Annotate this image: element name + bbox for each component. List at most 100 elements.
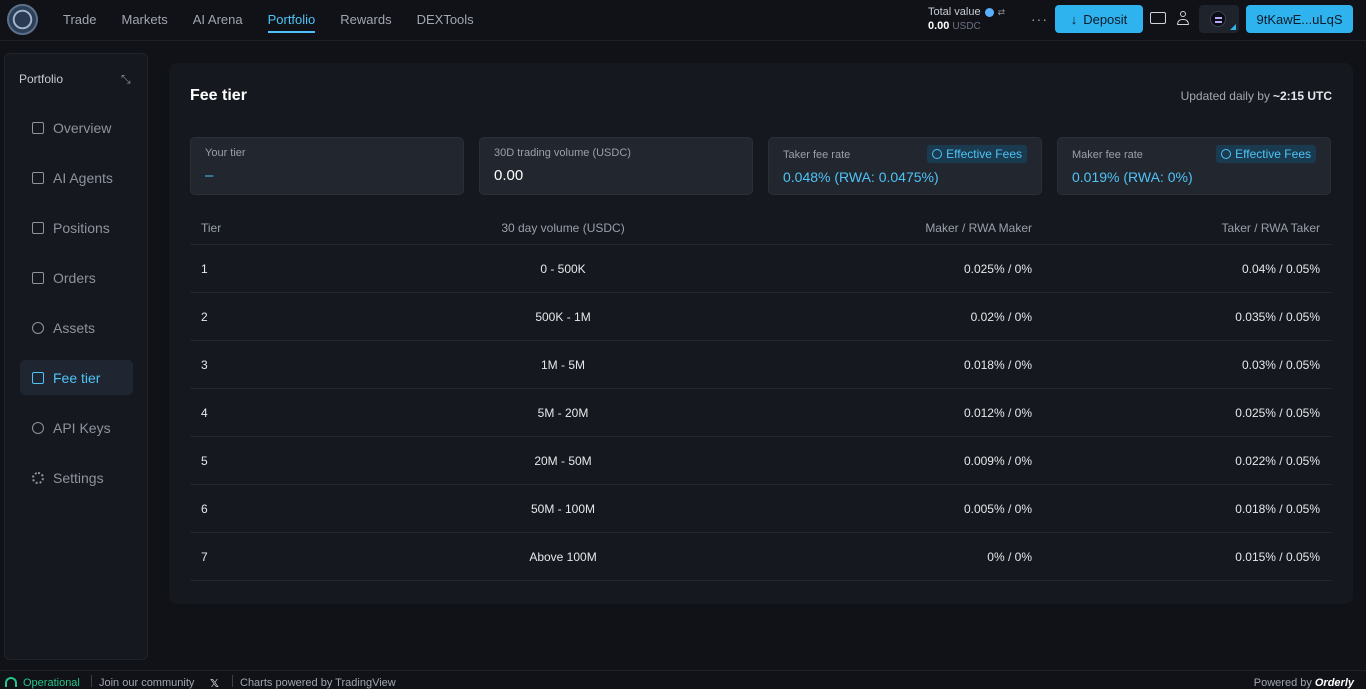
- community-link[interactable]: Join our community: [99, 677, 194, 689]
- trading-volume-card: 30D trading volume (USDC) 0.00: [479, 137, 753, 195]
- more-options-icon[interactable]: ···: [1031, 11, 1048, 27]
- table-row: 4 5M - 20M 0.012% / 0% 0.025% / 0.05%: [190, 389, 1332, 437]
- tradingview-credit[interactable]: Charts powered by TradingView: [240, 677, 396, 689]
- your-tier-value: –: [205, 167, 214, 184]
- taker-fee-label: Taker fee rate: [783, 149, 851, 161]
- page-title: Fee tier: [190, 87, 247, 104]
- table-row: 6 50M - 100M 0.005% / 0% 0.018% / 0.05%: [190, 485, 1332, 533]
- maker-fee-cell: 0.02% / 0%: [970, 309, 1032, 324]
- deposit-button[interactable]: ↓ Deposit: [1055, 5, 1143, 33]
- collapse-icon[interactable]: ⤡: [121, 72, 131, 87]
- maker-fee-value: 0.019% (RWA: 0%): [1072, 169, 1193, 185]
- effective-fees-badge[interactable]: Effective Fees: [927, 145, 1027, 163]
- tier-cell: 7: [201, 549, 208, 564]
- update-schedule-prefix: Updated daily by: [1180, 89, 1270, 103]
- sidebar-item-label: Overview: [53, 119, 112, 136]
- effective-fees-label: Effective Fees: [1235, 147, 1311, 161]
- divider: [91, 675, 92, 687]
- deposit-label: Deposit: [1083, 11, 1128, 27]
- sidebar-item-ai-agents[interactable]: AI Agents: [20, 160, 133, 195]
- sidebar-item-label: Positions: [53, 219, 110, 236]
- effective-fees-label: Effective Fees: [946, 147, 1022, 161]
- volume-cell: 50M - 100M: [530, 501, 596, 516]
- nav-dextools[interactable]: DEXTools: [417, 0, 474, 41]
- robot-icon: [32, 171, 44, 184]
- status-operational[interactable]: Operational: [23, 677, 80, 689]
- table-row: 3 1M - 5M 0.018% / 0% 0.03% / 0.05%: [190, 341, 1332, 389]
- top-bar: Trade Markets AI Arena Portfolio Rewards…: [0, 0, 1366, 41]
- sidebar-item-label: Orders: [53, 269, 96, 286]
- header-volume: 30 day volume (USDC): [501, 221, 625, 235]
- nav-rewards[interactable]: Rewards: [340, 0, 391, 41]
- your-tier-label: Your tier: [205, 147, 246, 159]
- maker-fee-cell: 0.018% / 0%: [963, 357, 1032, 372]
- sidebar-item-api-keys[interactable]: API Keys: [20, 410, 133, 445]
- sidebar-item-label: API Keys: [53, 419, 111, 436]
- tier-cell: 6: [201, 501, 208, 516]
- total-value-label: Total value: [928, 6, 981, 18]
- header-tier: Tier: [201, 221, 222, 235]
- nav-ai-arena[interactable]: AI Arena: [193, 0, 243, 41]
- main-nav: Trade Markets AI Arena Portfolio Rewards…: [63, 0, 499, 41]
- volume-cell: 0 - 500K: [540, 261, 586, 276]
- update-schedule-time: ~2:15 UTC: [1272, 89, 1332, 103]
- taker-fee-cell: 0.015% / 0.05%: [1235, 549, 1320, 564]
- eye-icon[interactable]: [984, 7, 994, 17]
- sidebar-item-positions[interactable]: Positions: [20, 210, 133, 245]
- fee-tier-table: Tier 30 day volume (USDC) Maker / RWA Ma…: [190, 212, 1332, 581]
- badge-icon: [932, 149, 943, 159]
- table-body: 1 0 - 500K 0.025% / 0% 0.04% / 0.05% 2 500K -…: [190, 245, 1332, 581]
- taker-fee-cell: 0.04% / 0.05%: [1241, 261, 1320, 276]
- maker-fee-cell: 0% / 0%: [987, 549, 1032, 564]
- footer: Operational Join our community 𝕏 Charts …: [0, 670, 1366, 689]
- sidebar-item-orders[interactable]: Orders: [20, 260, 133, 295]
- x-social-icon[interactable]: 𝕏: [210, 677, 219, 689]
- total-value-unit: USDC: [952, 21, 981, 32]
- taker-fee-cell: 0.03% / 0.05%: [1241, 357, 1320, 372]
- trading-volume-label: 30D trading volume (USDC): [494, 147, 631, 159]
- powered-by-label: Powered by: [1253, 677, 1312, 689]
- sidebar-item-label: Assets: [53, 319, 96, 336]
- taker-fee-card: Taker fee rate Effective Fees 0.048% (RW…: [768, 137, 1042, 195]
- your-tier-card: Your tier –: [190, 137, 464, 195]
- volume-cell: 1M - 5M: [541, 357, 586, 372]
- total-value-amount: 0.00: [928, 20, 950, 32]
- app-logo-icon[interactable]: [7, 4, 38, 35]
- sidebar-title: Portfolio: [19, 72, 64, 86]
- gear-icon: [32, 471, 44, 484]
- swap-icon[interactable]: ⇄: [998, 5, 1006, 19]
- sidebar-item-assets[interactable]: Assets: [20, 310, 133, 345]
- tier-cell: 4: [201, 405, 208, 420]
- effective-fees-badge[interactable]: Effective Fees: [1216, 145, 1316, 163]
- tier-cell: 3: [201, 357, 208, 372]
- chain-selector-button[interactable]: [1199, 5, 1239, 33]
- calculator-icon: [32, 371, 44, 384]
- volume-cell: 5M - 20M: [537, 405, 589, 420]
- table-row: 2 500K - 1M 0.02% / 0% 0.035% / 0.05%: [190, 293, 1332, 341]
- user-icon[interactable]: [1176, 10, 1190, 26]
- sidebar-item-fee-tier[interactable]: Fee tier: [20, 360, 133, 395]
- nav-portfolio[interactable]: Portfolio: [267, 0, 315, 41]
- maker-fee-card: Maker fee rate Effective Fees 0.019% (RW…: [1057, 137, 1331, 195]
- sidebar-item-label: Fee tier: [53, 369, 101, 386]
- sidebar-item-settings[interactable]: Settings: [20, 460, 133, 495]
- sidebar-item-label: Settings: [53, 469, 104, 486]
- taker-fee-cell: 0.035% / 0.05%: [1235, 309, 1320, 324]
- wallet-button[interactable]: 9tKawE...uLqS: [1246, 5, 1353, 33]
- nav-markets[interactable]: Markets: [121, 0, 167, 41]
- sidebar: Portfolio ⤡ Overview AI Agents Positions…: [4, 53, 148, 660]
- taker-fee-value: 0.048% (RWA: 0.0475%): [783, 169, 939, 185]
- sidebar-item-overview[interactable]: Overview: [20, 110, 133, 145]
- badge-icon: [1221, 149, 1232, 159]
- volume-cell: Above 100M: [529, 549, 597, 564]
- orderly-logo[interactable]: Orderly: [1315, 677, 1354, 689]
- maker-fee-cell: 0.005% / 0%: [963, 501, 1032, 516]
- device-icon[interactable]: [1150, 12, 1166, 24]
- sidebar-item-label: AI Agents: [53, 169, 113, 186]
- taker-fee-cell: 0.025% / 0.05%: [1235, 405, 1320, 420]
- table-row: 5 20M - 50M 0.009% / 0% 0.022% / 0.05%: [190, 437, 1332, 485]
- nav-trade[interactable]: Trade: [63, 0, 96, 41]
- dollar-icon: [32, 321, 44, 334]
- fee-tier-panel: Fee tier Updated daily by ~2:15 UTC Your …: [169, 63, 1353, 604]
- taker-fee-cell: 0.018% / 0.05%: [1235, 501, 1320, 516]
